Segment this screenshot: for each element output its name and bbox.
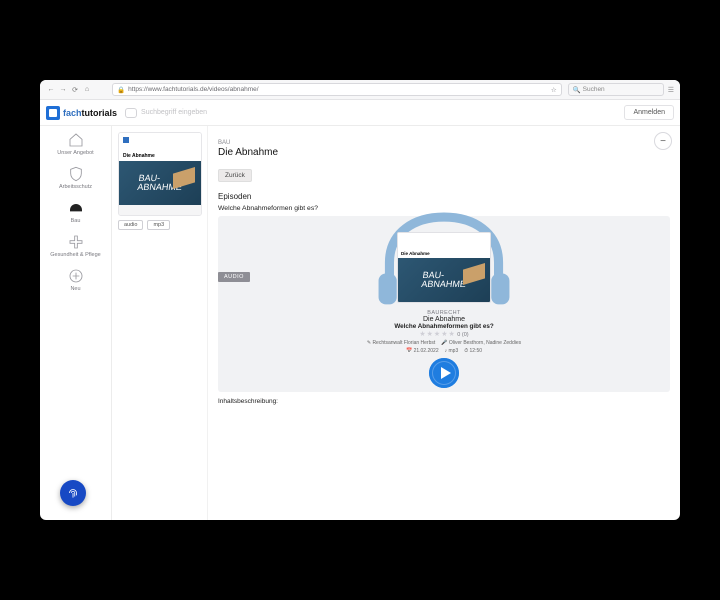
browser-window: ← → ⟳ ⌂ 🔒 https://www.fachtutorials.de/v… — [40, 80, 680, 520]
home-icon[interactable]: ⌂ — [82, 85, 92, 95]
content-area: Die Abnahme BAU-ABNAHME audio mp3 − BAU … — [112, 126, 680, 520]
lock-icon: 🔒 — [117, 86, 125, 94]
accessibility-fab[interactable] — [60, 480, 86, 506]
collapse-button[interactable]: − — [654, 132, 672, 150]
sidebar-item-neu[interactable]: Neu — [46, 268, 106, 292]
episode-question: Welche Abnahmeformen gibt es? — [218, 205, 670, 212]
page-title: Die Abnahme — [218, 147, 670, 158]
detail-pane: − BAU Die Abnahme Zurück Episoden Welche… — [208, 126, 680, 520]
reload-icon[interactable]: ⟳ — [70, 85, 80, 95]
author-label: ✎ Rechtsanwalt Florian Herbst — [367, 340, 435, 346]
course-thumbnail[interactable]: Die Abnahme BAU-ABNAHME — [118, 132, 202, 216]
description-heading: Inhaltsbeschreibung: — [218, 398, 670, 405]
format-label: ♪ mp3 — [445, 348, 459, 354]
hardhat-icon — [68, 200, 84, 216]
episode-subtitle: Welche Abnahmeformen gibt es? — [218, 323, 670, 330]
login-button[interactable]: Anmelden — [624, 105, 674, 120]
main-area: Unser Angebot Arbeitsschutz Bau Gesundhe… — [40, 126, 680, 520]
sidebar-item-bau[interactable]: Bau — [46, 200, 106, 224]
format-mp3-button[interactable]: mp3 — [147, 220, 170, 230]
url-text: https://www.fachtutorials.de/videos/abna… — [128, 86, 551, 93]
play-button[interactable] — [429, 358, 459, 388]
browser-search[interactable]: 🔍 Suchen — [568, 83, 664, 96]
sidebar-item-arbeitsschutz[interactable]: Arbeitsschutz — [46, 166, 106, 190]
duration-label: ⏱ 12:50 — [464, 348, 482, 354]
sidebar-item-angebot[interactable]: Unser Angebot — [46, 132, 106, 156]
rating-stars[interactable]: ★★★★★ — [419, 331, 455, 338]
fingerprint-icon — [66, 486, 80, 500]
audio-badge: AUDIO — [218, 272, 250, 282]
thumb-label: Die Abnahme — [119, 151, 201, 161]
thumb-footer — [119, 205, 201, 215]
format-audio-button[interactable]: audio — [118, 220, 143, 230]
thumb-header — [119, 133, 201, 151]
brand-logo[interactable]: fachtutorials — [46, 106, 117, 120]
sidebar-item-gesundheit[interactable]: Gesundheit & Pflege — [46, 234, 106, 258]
search-icon: 🔍 — [573, 86, 581, 94]
url-bar[interactable]: 🔒 https://www.fachtutorials.de/videos/ab… — [112, 83, 562, 96]
thumbnail-column: Die Abnahme BAU-ABNAHME audio mp3 — [112, 126, 208, 520]
speaker-label: 🎤 Oliver Besthorn, Nadine Zeddies — [441, 340, 521, 346]
site-search[interactable]: Suchbegriff eingeben — [125, 108, 616, 118]
brand-mark-icon — [46, 106, 60, 120]
home-outline-icon — [68, 132, 84, 148]
episode-card: AUDIO Die Abnahme BAU-ABNAHME — [218, 216, 670, 392]
sidebar: Unser Angebot Arbeitsschutz Bau Gesundhe… — [40, 126, 112, 520]
plus-circle-icon — [68, 268, 84, 284]
date-label: 📅 21.02.2022 — [406, 348, 439, 354]
back-icon[interactable]: ← — [46, 85, 56, 95]
star-icon[interactable]: ☆ — [551, 86, 557, 94]
episode-artwork[interactable]: Die Abnahme BAU-ABNAHME — [397, 232, 491, 303]
episodes-heading: Episoden — [218, 192, 670, 201]
browser-menu-icon[interactable]: ☰ — [668, 86, 674, 94]
speech-bubble-icon — [125, 108, 137, 118]
forward-icon[interactable]: → — [58, 85, 68, 95]
app-header: fachtutorials Suchbegriff eingeben Anmel… — [40, 100, 680, 126]
medical-cross-icon — [68, 234, 84, 250]
episode-artwork-wrap: Die Abnahme BAU-ABNAHME — [385, 222, 503, 308]
shield-icon — [68, 166, 84, 182]
rating-count: 0 (0) — [457, 332, 468, 338]
thumb-artwork: BAU-ABNAHME — [119, 161, 201, 205]
browser-chrome: ← → ⟳ ⌂ 🔒 https://www.fachtutorials.de/v… — [40, 80, 680, 100]
episode-title: Die Abnahme — [218, 316, 670, 323]
category-eyebrow: BAU — [218, 140, 670, 146]
back-button[interactable]: Zurück — [218, 169, 252, 182]
